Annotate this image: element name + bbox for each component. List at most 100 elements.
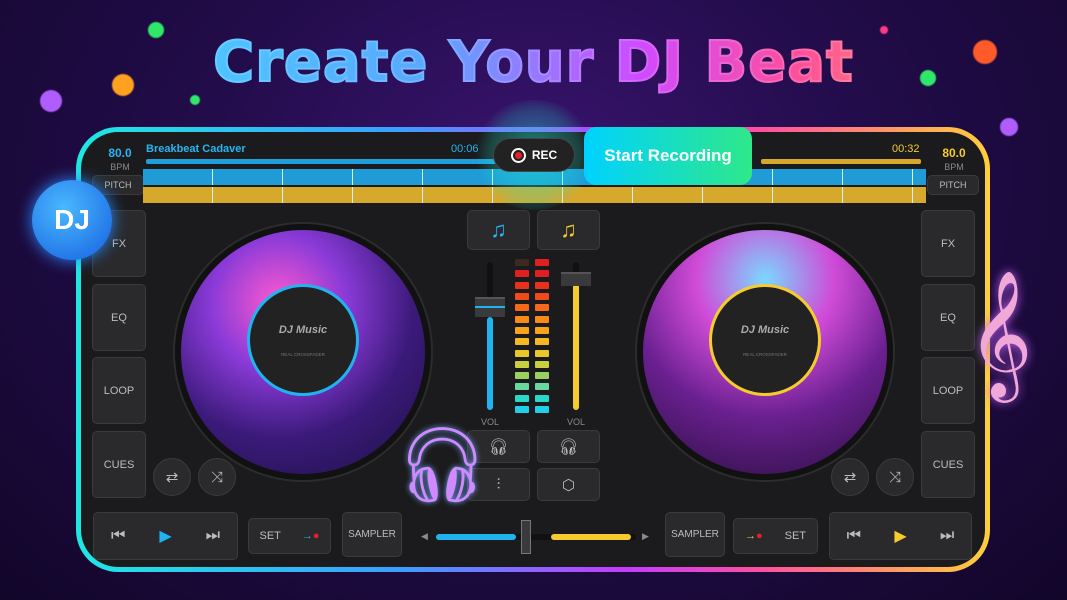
meter-segment xyxy=(515,349,529,357)
meter-segment xyxy=(515,315,529,323)
deck-a-cue-set[interactable]: SET →● xyxy=(248,518,331,554)
deck-b-headphones-button[interactable]: 🎧︎ xyxy=(537,430,600,463)
deck-a-volume-fill xyxy=(487,317,493,410)
deck-b-overview-wave[interactable] xyxy=(761,159,921,164)
rec-button[interactable]: REC xyxy=(493,138,575,172)
meter-segment xyxy=(515,259,529,267)
deck-a-overview-wave[interactable] xyxy=(146,159,496,164)
loop-icon[interactable]: ⇄ xyxy=(831,458,869,496)
meter-segment xyxy=(535,406,549,413)
meter-segment xyxy=(515,372,529,380)
deck-b-vol-label: VOL xyxy=(566,417,585,427)
disc-subtitle: REAL CROSSFADER xyxy=(743,351,787,357)
deck-a-volume-handle[interactable] xyxy=(475,297,505,317)
disc-title: DJ Music xyxy=(740,323,790,336)
deck-b-volume-handle[interactable] xyxy=(561,272,591,286)
crossfader-a-fill xyxy=(436,534,516,540)
fx-button[interactable]: FX xyxy=(921,210,975,277)
meter-segment xyxy=(535,360,549,368)
deck-a-disc-label: DJ Music REAL CROSSFADER xyxy=(247,284,359,396)
deck-a-transport: ⏮ ▶ ⏭ xyxy=(93,512,238,560)
meter-segment xyxy=(515,293,529,300)
dj-logo-badge: DJ xyxy=(32,180,112,260)
decor-dot xyxy=(190,95,200,105)
deck-b-cue-set[interactable]: →● SET xyxy=(733,518,818,554)
headphones-icon: 🎧︎ xyxy=(558,438,579,456)
shuffle-icon[interactable]: ⤨ xyxy=(876,458,914,496)
eq-button[interactable]: EQ xyxy=(92,284,146,351)
previous-icon[interactable]: ⏮ xyxy=(847,527,861,545)
deck-b-pitch-button[interactable]: PITCH xyxy=(927,175,979,195)
meter-segment xyxy=(535,293,549,300)
meter-segment xyxy=(535,281,549,289)
set-label: SET xyxy=(784,530,807,542)
deck-b-transport: ⏮ ▶ ⏭ xyxy=(829,512,972,560)
meter-segment xyxy=(535,349,549,357)
deck-a-bpm: 80.0 xyxy=(108,146,132,160)
next-icon[interactable]: ⏭ xyxy=(940,527,954,545)
meter-segment xyxy=(515,338,529,346)
headline: Create Your DJ Beat xyxy=(0,29,1067,96)
settings-icon: ⬡ xyxy=(561,476,576,494)
meter-segment xyxy=(515,281,529,289)
meter-segment xyxy=(535,270,549,278)
meter-segment xyxy=(515,270,529,278)
crossfader-left-arrow[interactable]: ◀ xyxy=(421,531,428,542)
play-icon[interactable]: ▶ xyxy=(159,526,171,546)
meter-segment xyxy=(515,304,529,312)
deck-a-turntable[interactable]: DJ Music REAL CROSSFADER xyxy=(175,224,431,480)
meter-segment xyxy=(535,326,549,334)
add-music-icon: ♫ xyxy=(490,217,507,242)
deck-a-bpm-unit: BPM xyxy=(110,162,130,172)
equalizer-icon: ⫶ xyxy=(496,476,501,493)
deck-b-turntable[interactable]: DJ Music REAL CROSSFADER xyxy=(637,224,893,480)
deck-a-track-title: Breakbeat Cadaver xyxy=(146,143,246,155)
rec-label: REC xyxy=(531,148,558,162)
crossfader-handle[interactable] xyxy=(521,520,531,554)
meter-segment xyxy=(535,259,549,267)
shuffle-icon[interactable]: ⤨ xyxy=(198,458,236,496)
arrow-right-icon: →● xyxy=(301,530,320,542)
deck-b-add-music-button[interactable]: ♫ xyxy=(537,210,600,250)
cue-dot-icon: ● xyxy=(755,530,763,542)
deck-a-sampler-button[interactable]: SAMPLER xyxy=(342,512,402,557)
deck-b-bpm-unit: BPM xyxy=(944,162,964,172)
music-note-sculpture-icon: 𝄞 xyxy=(967,272,1033,395)
headphones-icon: 🎧︎ xyxy=(395,423,489,506)
deck-b-sampler-button[interactable]: SAMPLER xyxy=(665,512,725,557)
arrow-right-icon: →● xyxy=(744,530,763,542)
meter-segment xyxy=(535,315,549,323)
headphones-icon: 🎧︎ xyxy=(488,438,509,456)
deck-a-add-music-button[interactable]: ♫ xyxy=(467,210,530,250)
deck-b-time: 00:32 xyxy=(892,143,920,155)
meter-segment xyxy=(515,383,529,391)
meter-segment xyxy=(515,326,529,334)
cue-dot-icon: ● xyxy=(312,530,320,542)
decor-dot xyxy=(1000,118,1018,136)
loop-icon[interactable]: ⇄ xyxy=(153,458,191,496)
cues-button[interactable]: CUES xyxy=(92,431,146,498)
meter-segment xyxy=(535,372,549,380)
meter-segment xyxy=(535,304,549,312)
loop-button[interactable]: LOOP xyxy=(92,357,146,424)
deck-b-bpm: 80.0 xyxy=(942,146,966,160)
meter-segment xyxy=(535,383,549,391)
crossfader-right-arrow[interactable]: ▶ xyxy=(642,531,649,542)
settings-button[interactable]: ⬡ xyxy=(537,468,600,501)
play-icon[interactable]: ▶ xyxy=(894,526,906,546)
next-icon[interactable]: ⏭ xyxy=(206,527,220,545)
meter-segment xyxy=(535,394,549,402)
meter-segment xyxy=(515,360,529,368)
deck-b-volume-fill xyxy=(573,278,579,410)
meter-segment xyxy=(515,406,529,413)
disc-title: DJ Music xyxy=(278,323,328,336)
music-note-icon: ♫ xyxy=(560,217,577,242)
meter-segment xyxy=(535,338,549,346)
meter-segment xyxy=(515,394,529,402)
record-icon xyxy=(510,147,526,163)
deck-b-disc-label: DJ Music REAL CROSSFADER xyxy=(709,284,821,396)
previous-icon[interactable]: ⏮ xyxy=(111,527,125,545)
start-recording-tooltip: Start Recording xyxy=(584,127,752,185)
crossfader-b-fill xyxy=(551,534,631,540)
disc-subtitle: REAL CROSSFADER xyxy=(281,351,325,357)
